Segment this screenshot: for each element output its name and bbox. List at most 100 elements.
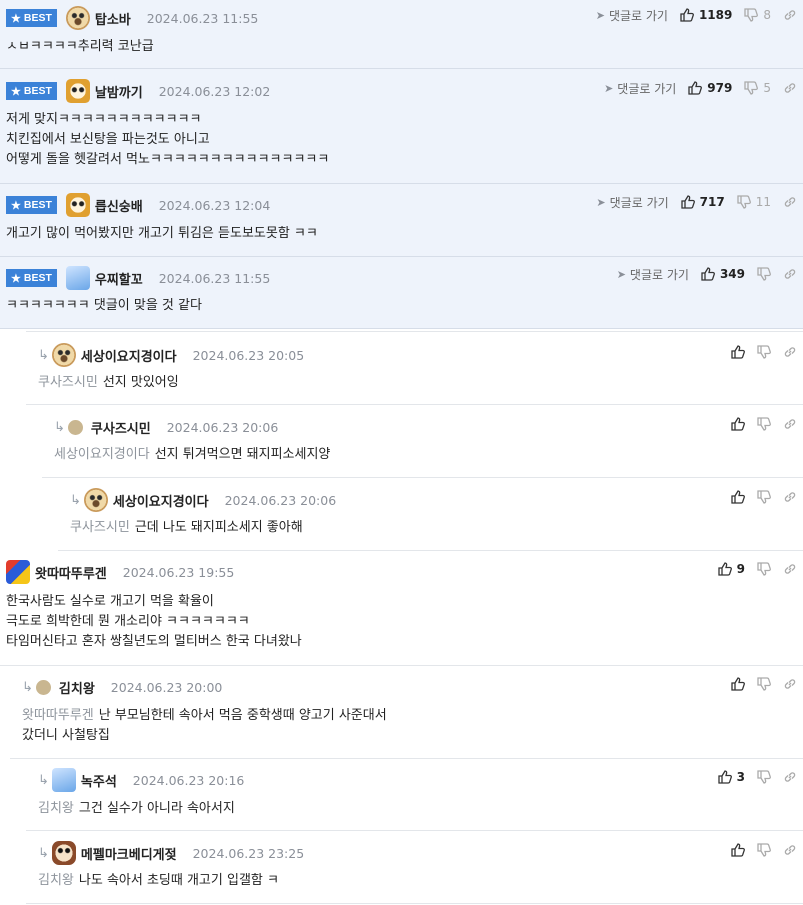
comment-item: ★ BEST 우찌할꼬 2024.06.23 11:55 ㅋㅋㅋㅋㅋㅋㅋ 댓글이 … [0,257,803,329]
comment-body: 쿠사즈시민 근데 나도 돼지피소세지 좋아해 [70,520,303,535]
mention-tag[interactable]: 쿠사즈시민 [38,375,98,390]
star-icon: ★ [11,12,21,25]
best-badge: ★ BEST [6,196,57,214]
avatar[interactable] [65,6,90,30]
share-link-button[interactable] [783,770,797,784]
like-button[interactable]: 349 [701,267,745,281]
avatar[interactable] [65,266,90,290]
link-icon [783,81,797,95]
thumbs-up-icon [731,417,745,431]
share-link-button[interactable] [783,267,797,281]
reply-item: ↳ 김치왕 2024.06.23 20:00 왓따따뚜루겐 난 부모님한테 속아서… [10,666,803,759]
thumbs-up-icon [731,843,745,857]
comment-author[interactable]: 릅신숭배 [95,196,143,215]
comment-body: 저게 맞지ㅋㅋㅋㅋㅋㅋㅋㅋㅋㅋㅋㅋ 치킨집에서 보신탕을 파는것도 아니고 어떻… [6,112,330,167]
comment-author[interactable]: 쿠사즈시민 [91,418,151,437]
avatar[interactable] [35,679,51,695]
thumbs-up-icon [681,195,695,209]
avatar[interactable] [67,419,83,435]
like-button[interactable]: 3 [717,770,745,784]
share-link-button[interactable] [783,490,797,504]
dislike-button[interactable] [757,267,771,281]
avatar[interactable] [51,343,76,367]
dislike-button[interactable] [757,490,771,504]
like-button[interactable]: 979 [688,81,732,95]
mention-tag[interactable]: 왓따따뚜루겐 [22,708,94,723]
reply-arrow-icon: ↳ [70,492,81,508]
like-button[interactable] [731,490,745,504]
thumbs-down-icon [737,195,751,209]
comment-author[interactable]: 세상이요지경이다 [81,346,177,365]
mention-tag[interactable]: 세상이요지경이다 [54,447,150,462]
avatar[interactable] [65,79,90,103]
comment-date: 2024.06.23 20:16 [132,772,245,788]
best-badge: ★ BEST [6,82,57,100]
avatar[interactable] [83,488,108,512]
comment-author[interactable]: 날밤까기 [95,82,143,101]
comment-author[interactable]: 왓따따뚜루겐 [35,563,107,582]
reply-arrow-icon: ↳ [38,347,49,363]
thumbs-down-icon [757,267,771,281]
dislike-button[interactable] [757,843,771,857]
share-link-button[interactable] [783,562,797,576]
comment-body: ㅅㅂㅋㅋㅋㅋ추리력 코난급 [6,39,154,54]
avatar[interactable] [51,768,76,792]
comment-author[interactable]: 메펠마크베디게젖 [81,844,177,863]
dislike-button[interactable]: 5 [744,81,771,95]
comment-item: 왓따따뚜루겐 2024.06.23 19:55 한국사람도 실수로 개고기 먹을… [0,551,803,666]
like-button[interactable]: 717 [681,195,725,209]
mention-tag[interactable]: 김치왕 [38,801,74,816]
comment-author[interactable]: 탑소바 [95,9,131,28]
share-link-button[interactable] [783,417,797,431]
star-icon: ★ [11,272,21,285]
goto-comment-link[interactable]: ➤ 댓글로 가기 [596,7,668,24]
like-button[interactable] [731,417,745,431]
comment-body: 세상이요지경이다 선지 튀겨먹으면 돼지피소세지양 [54,447,331,462]
reply-arrow-icon: ↳ [54,419,65,435]
link-icon [783,770,797,784]
like-button[interactable] [731,345,745,359]
like-button[interactable]: 9 [717,562,745,576]
avatar[interactable] [65,193,90,217]
avatar[interactable] [6,560,30,584]
dislike-button[interactable] [757,562,771,576]
comment-date: 2024.06.23 20:06 [224,492,337,508]
like-button[interactable] [731,677,745,691]
dislike-button[interactable]: 8 [744,8,771,22]
share-link-button[interactable] [783,81,797,95]
share-link-button[interactable] [783,843,797,857]
link-icon [783,8,797,22]
avatar[interactable] [51,841,76,865]
dislike-button[interactable] [757,677,771,691]
reply-item: ↳ 세상이요지경이다 2024.06.23 20:06 쿠사즈시민 근데 나도 돼… [58,478,803,551]
goto-comment-link[interactable]: ➤ 댓글로 가기 [604,80,676,97]
comment-body: 한국사람도 실수로 개고기 먹을 확율이 극도로 희박한데 뭔 개소리야 ㅋㅋㅋ… [6,594,302,649]
dislike-button[interactable]: 11 [737,195,771,209]
like-button[interactable]: 1189 [680,8,732,22]
dislike-button[interactable] [757,345,771,359]
mention-tag[interactable]: 김치왕 [38,873,74,888]
share-link-button[interactable] [783,195,797,209]
star-icon: ★ [11,85,21,98]
share-link-button[interactable] [783,345,797,359]
comment-date: 2024.06.23 19:55 [122,564,235,580]
mention-tag[interactable]: 쿠사즈시민 [70,520,130,535]
reply-arrow-icon: ↳ [38,772,49,788]
dislike-button[interactable] [757,770,771,784]
like-button[interactable] [731,843,745,857]
comment-date: 2024.06.23 11:55 [146,10,259,26]
goto-comment-link[interactable]: ➤ 댓글로 가기 [596,194,668,211]
goto-comment-link[interactable]: ➤ 댓글로 가기 [617,266,689,283]
comment-author[interactable]: 김치왕 [59,678,95,697]
thumbs-up-icon [701,267,715,281]
comment-author[interactable]: 녹주석 [81,771,117,790]
comment-author[interactable]: 우찌할꼬 [95,269,143,288]
dislike-button[interactable] [757,417,771,431]
reply-item: ↳ 쿠사즈시민 2024.06.23 20:06 세상이요지경이다 선지 튀겨먹으… [42,405,803,478]
link-icon [783,677,797,691]
share-link-button[interactable] [783,677,797,691]
share-link-button[interactable] [783,8,797,22]
comment-author[interactable]: 세상이요지경이다 [113,491,209,510]
comment-item: ★ BEST 릅신숭배 2024.06.23 12:04 개고기 많이 먹어봤지만… [0,184,803,257]
comment-date: 2024.06.23 20:05 [192,347,305,363]
